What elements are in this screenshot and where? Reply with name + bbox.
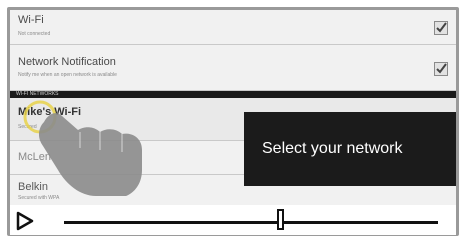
callout-text: Select your network: [262, 140, 403, 157]
select-network-callout: Select your network: [244, 112, 456, 186]
video-controls: [10, 205, 456, 235]
seek-handle[interactable]: [277, 209, 285, 230]
video-screen: Wi-Fi Not connected Network Notification…: [10, 10, 456, 205]
seek-bar[interactable]: [64, 221, 438, 224]
play-icon[interactable]: [16, 211, 34, 231]
